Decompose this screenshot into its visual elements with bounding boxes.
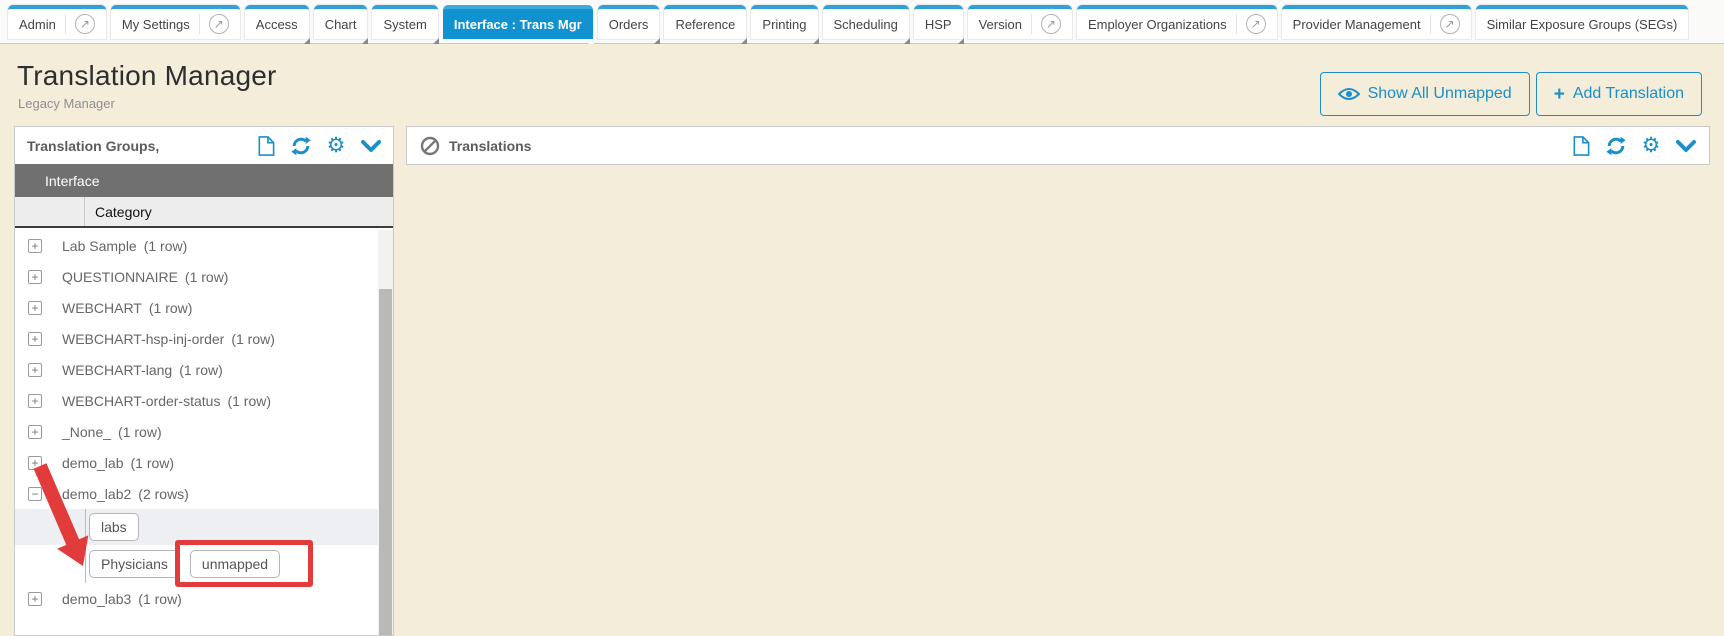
tab-access[interactable]: Access [245, 5, 309, 39]
tab-version[interactable]: Version ↗ [968, 5, 1072, 39]
expand-icon[interactable]: + [28, 363, 42, 377]
translations-title: Translations [449, 138, 531, 154]
plus-icon: + [1554, 85, 1565, 104]
tab-ext-wrap: ↗ [65, 14, 95, 34]
panel-toolbar: ⚙ [256, 136, 381, 156]
vertical-scrollbar[interactable] [378, 230, 393, 635]
group-row-none[interactable]: + _None_ (1 row) [15, 416, 378, 447]
category-pill-unmapped[interactable]: unmapped [190, 550, 280, 578]
eye-icon [1338, 87, 1360, 101]
child-row-physicians: Physicians unmapped [15, 545, 378, 583]
tab-ext-wrap: ↗ [1430, 14, 1460, 34]
translation-groups-list: + Lab Sample (1 row) + QUESTIONNAIRE (1 … [15, 230, 378, 614]
tab-ext-wrap: ↗ [1031, 14, 1061, 34]
tab-interface-trans-mgr[interactable]: Interface : Trans Mgr [443, 5, 593, 39]
tab-label: Scheduling [834, 17, 898, 32]
expand-icon[interactable]: + [28, 239, 42, 253]
add-translation-label: Add Translation [1573, 85, 1684, 103]
expand-icon[interactable]: + [28, 592, 42, 606]
tab-chart[interactable]: Chart [314, 5, 368, 39]
group-row-lab-sample[interactable]: + Lab Sample (1 row) [15, 230, 378, 261]
refresh-icon[interactable] [291, 136, 311, 156]
page-title: Translation Manager [17, 60, 277, 92]
tab-printing[interactable]: Printing [751, 5, 817, 39]
panel-toolbar: ⚙ [1571, 136, 1696, 156]
tab-label: Access [256, 17, 298, 32]
child-row-labs: labs [15, 509, 378, 545]
refresh-icon[interactable] [1606, 136, 1626, 156]
tab-label: Chart [325, 17, 357, 32]
gear-icon[interactable]: ⚙ [1641, 136, 1661, 156]
translations-panel: Translations ⚙ [406, 126, 1710, 165]
expand-icon[interactable]: + [28, 394, 42, 408]
page-subtitle: Legacy Manager [18, 96, 115, 111]
tab-label: Similar Exposure Groups (SEGs) [1487, 17, 1678, 32]
tab-label: My Settings [122, 17, 190, 32]
tab-label: Employer Organizations [1088, 17, 1227, 32]
expand-icon[interactable]: + [28, 425, 42, 439]
table-group-header-interface: Interface [15, 164, 393, 197]
tab-label: Orders [609, 17, 649, 32]
group-row-demo-lab3[interactable]: + demo_lab3 (1 row) [15, 583, 378, 614]
expand-icon[interactable]: + [28, 301, 42, 315]
group-row-demo-lab2[interactable]: − demo_lab2 (2 rows) [15, 478, 378, 509]
category-column-header[interactable]: Category [85, 204, 152, 220]
tab-label: HSP [925, 17, 952, 32]
open-new-window-icon[interactable]: ↗ [209, 14, 229, 34]
tab-label: System [383, 17, 426, 32]
chevron-down-icon[interactable] [361, 136, 381, 156]
translation-groups-title: Translation Groups, [27, 138, 159, 154]
open-new-window-icon[interactable]: ↗ [1041, 14, 1061, 34]
scrollbar-thumb[interactable] [379, 289, 392, 636]
top-tab-bar: Admin ↗ My Settings ↗ Access Chart Syste… [0, 0, 1724, 44]
no-selection-icon [420, 136, 440, 156]
table-column-header-row: Category [15, 197, 393, 228]
new-document-icon[interactable] [256, 136, 276, 156]
group-row-webchart-lang[interactable]: + WEBCHART-lang (1 row) [15, 354, 378, 385]
group-row-webchart[interactable]: + WEBCHART (1 row) [15, 292, 378, 323]
tab-label: Printing [762, 17, 806, 32]
show-all-unmapped-label: Show All Unmapped [1368, 85, 1512, 103]
tab-admin[interactable]: Admin ↗ [8, 5, 106, 39]
expander-column-header [15, 197, 85, 226]
open-new-window-icon[interactable]: ↗ [1246, 14, 1266, 34]
category-pill-physicians[interactable]: Physicians [89, 550, 180, 578]
tab-provider-management[interactable]: Provider Management ↗ [1282, 5, 1471, 39]
expand-icon[interactable]: + [28, 270, 42, 284]
tab-orders[interactable]: Orders [598, 5, 660, 39]
tab-ext-wrap: ↗ [199, 14, 229, 34]
tab-employer-organizations[interactable]: Employer Organizations ↗ [1077, 5, 1277, 39]
expand-icon[interactable]: + [28, 456, 42, 470]
header-actions: Show All Unmapped + Add Translation [1320, 72, 1702, 116]
group-row-webchart-hsp-inj-order[interactable]: + WEBCHART-hsp-inj-order (1 row) [15, 323, 378, 354]
tab-scheduling[interactable]: Scheduling [823, 5, 909, 39]
tab-system[interactable]: System [372, 5, 437, 39]
expand-icon[interactable]: + [28, 332, 42, 346]
group-row-webchart-order-status[interactable]: + WEBCHART-order-status (1 row) [15, 385, 378, 416]
tab-label: Provider Management [1293, 17, 1421, 32]
show-all-unmapped-button[interactable]: Show All Unmapped [1320, 72, 1530, 116]
tab-ext-wrap: ↗ [1236, 14, 1266, 34]
group-row-questionnaire[interactable]: + QUESTIONNAIRE (1 row) [15, 261, 378, 292]
tab-my-settings[interactable]: My Settings ↗ [111, 5, 240, 39]
group-row-demo-lab[interactable]: + demo_lab (1 row) [15, 447, 378, 478]
chevron-down-icon[interactable] [1676, 136, 1696, 156]
tab-hsp[interactable]: HSP [914, 5, 963, 39]
tab-similar-exposure-groups[interactable]: Similar Exposure Groups (SEGs) [1476, 5, 1689, 39]
translation-groups-panel: Translation Groups, ⚙ Interface Category… [14, 126, 394, 636]
category-pill-labs[interactable]: labs [89, 513, 139, 541]
tab-label: Interface : Trans Mgr [454, 17, 582, 32]
tab-label: Reference [675, 17, 735, 32]
new-document-icon[interactable] [1571, 136, 1591, 156]
tab-reference[interactable]: Reference [664, 5, 746, 39]
tab-label: Admin [19, 17, 56, 32]
add-translation-button[interactable]: + Add Translation [1536, 72, 1702, 116]
open-new-window-icon[interactable]: ↗ [1440, 14, 1460, 34]
open-new-window-icon[interactable]: ↗ [75, 14, 95, 34]
gear-icon[interactable]: ⚙ [326, 136, 346, 156]
tab-label: Version [979, 17, 1022, 32]
translation-groups-header: Translation Groups, ⚙ [15, 127, 393, 164]
collapse-icon[interactable]: − [28, 487, 42, 501]
